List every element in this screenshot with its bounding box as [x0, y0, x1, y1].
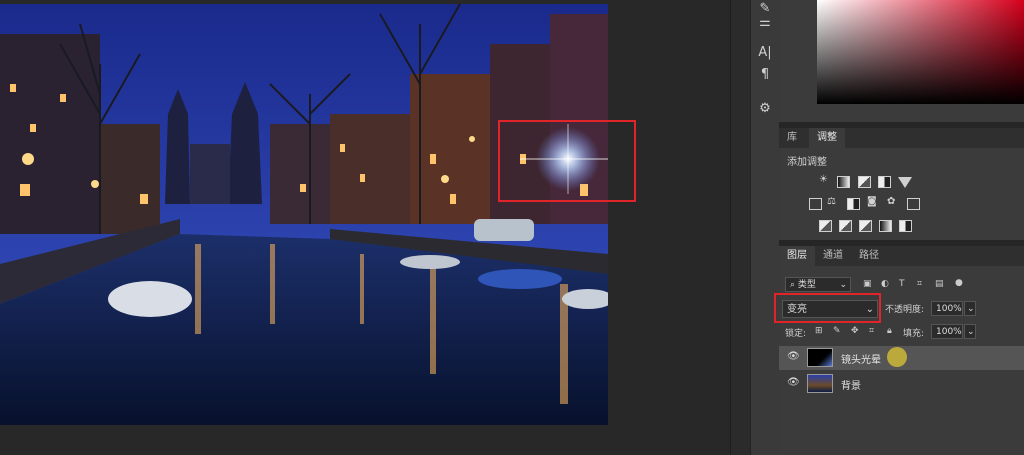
- search-icon: ⌕: [790, 280, 798, 290]
- invert-icon[interactable]: [819, 220, 832, 232]
- color-lookup-icon[interactable]: [907, 198, 920, 210]
- paragraph-icon[interactable]: ¶: [755, 66, 775, 84]
- layer-thumbnail: [807, 348, 833, 367]
- vibrance-icon[interactable]: [898, 177, 912, 188]
- brightness-icon[interactable]: ☀: [819, 174, 828, 185]
- panel-icon-strip: ✎ ⚌ A| ¶ ⚙: [750, 0, 780, 455]
- color-balance-icon[interactable]: ⚖: [827, 196, 836, 207]
- channel-mixer-icon[interactable]: ✿: [887, 196, 895, 207]
- flare-highlight-box: [498, 120, 636, 202]
- photo-filter-icon[interactable]: ◙: [867, 196, 877, 207]
- adjustments-title: 添加调整: [787, 157, 827, 168]
- tab-layers[interactable]: 图层: [779, 246, 815, 266]
- adjustments-tabbar: 库 调整: [779, 128, 1024, 148]
- visibility-eye-icon[interactable]: 👁︎: [787, 377, 800, 388]
- layer-thumbnail: [807, 374, 833, 393]
- lock-all-icon[interactable]: 🔒︎: [887, 326, 892, 336]
- filter-toggle-icon[interactable]: ●: [955, 278, 963, 288]
- tab-channels[interactable]: 通道: [815, 246, 851, 266]
- panel-collapse-strip: [730, 0, 751, 455]
- hue-saturation-icon[interactable]: [809, 198, 822, 210]
- layer-row-background[interactable]: 👁︎ 背景: [779, 372, 1024, 396]
- shape-filter-icon[interactable]: ⌗: [917, 279, 922, 289]
- tab-library[interactable]: 库: [779, 128, 805, 148]
- opacity-dropdown-button[interactable]: ⌄: [964, 301, 976, 316]
- lock-pixels-icon[interactable]: ✎: [833, 326, 841, 336]
- layers-tabbar: 图层 通道 路径: [779, 246, 1024, 266]
- opacity-input[interactable]: 100%: [931, 301, 963, 316]
- adjustment-filter-icon[interactable]: ◐: [881, 279, 889, 289]
- lock-transparent-icon[interactable]: ⊞: [815, 326, 823, 336]
- selective-color-icon[interactable]: [899, 220, 912, 232]
- fill-dropdown-button[interactable]: ⌄: [964, 324, 976, 339]
- sliders-icon[interactable]: ⚌: [755, 14, 775, 32]
- layer-name[interactable]: 背景: [841, 377, 861, 392]
- layer-filter-select[interactable]: ⌕ 类型 ⌄: [785, 277, 851, 292]
- opacity-label: 不透明度:: [885, 305, 925, 315]
- smart-object-filter-icon[interactable]: ▤: [935, 279, 944, 289]
- blend-mode-highlight-box: [774, 293, 881, 323]
- photo-image[interactable]: [0, 4, 608, 425]
- layer-row-flare[interactable]: 👁︎ 镜头光晕: [779, 346, 1024, 370]
- mouse-cursor-highlight: [887, 347, 907, 367]
- gear-icon[interactable]: ⚙: [755, 100, 775, 118]
- lock-position-icon[interactable]: ✥: [851, 326, 859, 336]
- posterize-icon[interactable]: [839, 220, 852, 232]
- document-canvas[interactable]: [0, 0, 730, 455]
- tab-adjustments[interactable]: 调整: [809, 128, 845, 148]
- curves-icon[interactable]: [858, 176, 871, 188]
- filter-kind-label: 类型: [797, 280, 816, 290]
- right-panels: 库 调整 添加调整 ☀ ⚖ ◙ ✿ 图层 通道 路径 ⌕ 类型 ⌄ ▣ ◐ T ⌗…: [774, 0, 1024, 455]
- gradient-map-icon[interactable]: [879, 220, 892, 232]
- color-picker-field[interactable]: [817, 0, 1024, 104]
- tab-paths[interactable]: 路径: [851, 246, 887, 266]
- type-filter-icon[interactable]: T: [899, 279, 905, 289]
- lock-artboard-icon[interactable]: ⌗: [869, 326, 874, 336]
- fill-input[interactable]: 100%: [931, 324, 963, 339]
- fill-label: 填充:: [903, 329, 925, 339]
- lock-label: 锁定:: [785, 329, 807, 339]
- layer-name[interactable]: 镜头光晕: [841, 351, 881, 366]
- threshold-icon[interactable]: [859, 220, 872, 232]
- character-icon[interactable]: A|: [755, 44, 775, 62]
- image-filter-icon[interactable]: ▣: [863, 279, 872, 289]
- chevron-down-icon: ⌄: [839, 280, 847, 290]
- visibility-eye-icon[interactable]: 👁︎: [787, 351, 800, 362]
- levels-icon[interactable]: [837, 176, 850, 188]
- black-white-icon[interactable]: [847, 198, 860, 210]
- exposure-icon[interactable]: [878, 176, 891, 188]
